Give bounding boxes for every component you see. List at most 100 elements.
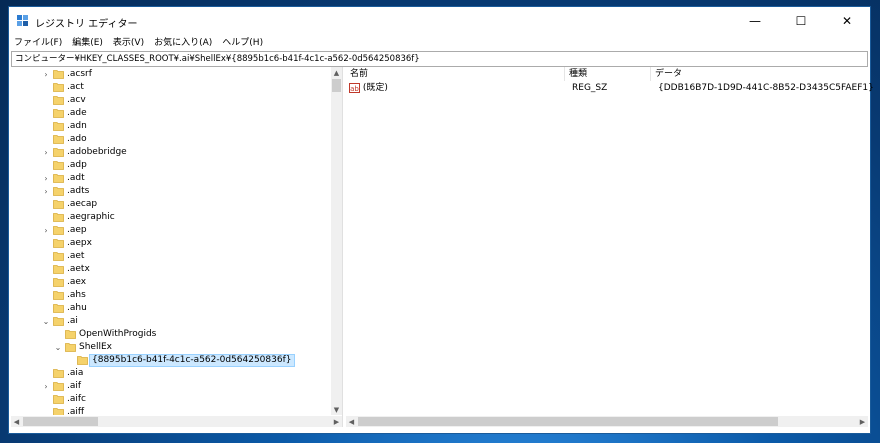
folder-icon [53, 382, 64, 391]
tree-item[interactable]: .ahu [11, 302, 331, 315]
tree-item-label: .aecap [67, 199, 98, 209]
tree-item-label: .acsrf [67, 69, 92, 79]
tree-item-label: .ahs [67, 290, 86, 300]
tree-item[interactable]: .ahs [11, 289, 331, 302]
menu-help[interactable]: ヘルプ(H) [217, 35, 268, 51]
scroll-right-arrow-icon[interactable]: ▶ [857, 416, 868, 427]
folder-icon [53, 278, 64, 287]
tree-item[interactable]: .aepx [11, 237, 331, 250]
folder-icon [53, 122, 64, 131]
folder-icon [53, 187, 64, 196]
scroll-right-arrow-icon[interactable]: ▶ [331, 416, 342, 427]
maximize-button[interactable]: ☐ [778, 7, 824, 35]
menu-file[interactable]: ファイル(F) [9, 35, 67, 51]
tree-item[interactable]: ⌄ ShellEx [11, 341, 331, 354]
tree-horizontal-scrollbar[interactable]: ◀ ▶ [11, 416, 342, 427]
tree-item[interactable]: › .adobebridge [11, 146, 331, 159]
folder-icon [65, 343, 76, 352]
tree-item-label: .ai [67, 316, 78, 326]
key-tree-pane[interactable]: › .acsrf .act .acv .ade .adn .ado › .adobebridge… [11, 67, 342, 415]
tree-item[interactable]: .aegraphic [11, 211, 331, 224]
tree-item-label: .act [67, 82, 84, 92]
expand-chevron-icon[interactable]: › [41, 380, 51, 393]
title-bar[interactable]: レジストリ エディター — ☐ ✕ [9, 7, 870, 35]
list-horizontal-scrollbar[interactable]: ◀ ▶ [346, 416, 868, 427]
tree-item-label: OpenWithProgids [79, 329, 157, 339]
tree-item[interactable]: .act [11, 81, 331, 94]
folder-icon [53, 135, 64, 144]
collapse-chevron-icon[interactable]: ⌄ [41, 315, 51, 328]
expand-chevron-icon[interactable]: › [41, 185, 51, 198]
tree-item[interactable]: .aex [11, 276, 331, 289]
tree-item[interactable]: .aetx [11, 263, 331, 276]
tree-item[interactable]: .aia [11, 367, 331, 380]
scroll-down-arrow-icon[interactable]: ▼ [331, 404, 342, 415]
folder-icon [53, 200, 64, 209]
menu-view[interactable]: 表示(V) [108, 35, 149, 51]
tree-item[interactable]: .aecap [11, 198, 331, 211]
expand-chevron-icon[interactable]: › [41, 146, 51, 159]
folder-icon [53, 83, 64, 92]
tree-item[interactable]: › .aep [11, 224, 331, 237]
folder-icon [53, 70, 64, 79]
column-header-type[interactable]: 種類 [565, 67, 651, 81]
scroll-thumb[interactable] [23, 417, 98, 426]
tree-item[interactable]: {8895b1c6-b41f-4c1c-a562-0d564250836f} [11, 354, 331, 367]
tree-item-label: .acv [67, 95, 86, 105]
tree-item[interactable]: › .aif [11, 380, 331, 393]
menu-favorites[interactable]: お気に入り(A) [149, 35, 217, 51]
folder-icon [53, 239, 64, 248]
tree-item[interactable]: .adn [11, 120, 331, 133]
column-header-name[interactable]: 名前 [346, 67, 565, 81]
folder-icon [53, 369, 64, 378]
address-bar[interactable]: コンピューター¥HKEY_CLASSES_ROOT¥.ai¥ShellEx¥{8… [11, 51, 868, 67]
tree-item[interactable]: ⌄ .ai [11, 315, 331, 328]
tree-item-label: .adobebridge [67, 147, 127, 157]
tree-item-label: .adts [67, 186, 90, 196]
tree-item-label: .aia [67, 368, 84, 378]
menu-edit[interactable]: 編集(E) [67, 35, 108, 51]
expand-chevron-icon[interactable]: › [41, 172, 51, 185]
scroll-up-arrow-icon[interactable]: ▲ [331, 67, 342, 78]
tree-item[interactable]: › .adt [11, 172, 331, 185]
value-data: {DDB16B7D-1D9D-441C-8B52-D3435C5FAEF1} [658, 83, 874, 93]
tree-item[interactable]: .aiff [11, 406, 331, 415]
tree-item-label: .aifc [67, 394, 86, 404]
tree-item[interactable]: .adp [11, 159, 331, 172]
tree-item[interactable]: .acv [11, 94, 331, 107]
tree-item-label: ShellEx [79, 342, 112, 352]
tree-vertical-scrollbar[interactable]: ▲ ▼ [331, 67, 342, 415]
tree-item-label: .aep [67, 225, 87, 235]
folder-icon [53, 226, 64, 235]
tree-item[interactable]: › .adts [11, 185, 331, 198]
tree-item[interactable]: .aifc [11, 393, 331, 406]
minimize-button[interactable]: — [732, 7, 778, 35]
column-header-data[interactable]: データ [651, 67, 851, 81]
tree-item-label: .aif [67, 381, 82, 391]
tree-item[interactable]: .ado [11, 133, 331, 146]
folder-icon [53, 304, 64, 313]
folder-icon [53, 252, 64, 261]
scroll-left-arrow-icon[interactable]: ◀ [11, 416, 22, 427]
collapse-chevron-icon[interactable]: ⌄ [53, 341, 63, 354]
tree-item[interactable]: › .acsrf [11, 68, 331, 81]
value-row[interactable]: ab (既定) [349, 82, 388, 95]
tree-item-label: .aegraphic [67, 212, 115, 222]
scroll-left-arrow-icon[interactable]: ◀ [346, 416, 357, 427]
expand-chevron-icon[interactable]: › [41, 224, 51, 237]
folder-icon [53, 96, 64, 105]
scroll-thumb[interactable] [358, 417, 778, 426]
tree-item-label: .aepx [67, 238, 92, 248]
folder-icon [53, 213, 64, 222]
tree-item[interactable]: .ade [11, 107, 331, 120]
tree-item[interactable]: OpenWithProgids [11, 328, 331, 341]
menu-bar: ファイル(F) 編集(E) 表示(V) お気に入り(A) ヘルプ(H) [9, 35, 870, 51]
close-button[interactable]: ✕ [824, 7, 870, 35]
tree-item-label: .aiff [67, 407, 85, 415]
values-list-pane[interactable]: 名前 種類 データ ab (既定) REG_SZ {DDB16B7D-1D9D-… [346, 67, 874, 416]
folder-icon [53, 291, 64, 300]
folder-icon [53, 265, 64, 274]
expand-chevron-icon[interactable]: › [41, 68, 51, 81]
tree-item[interactable]: .aet [11, 250, 331, 263]
scroll-thumb[interactable] [332, 79, 341, 92]
